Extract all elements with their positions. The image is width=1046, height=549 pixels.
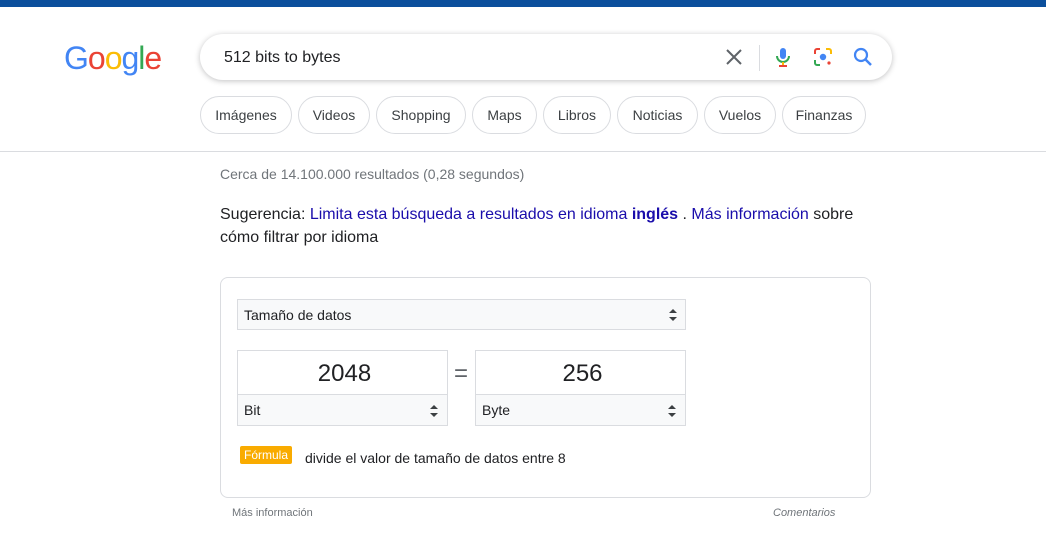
result-stats: Cerca de 14.100.000 resultados (0,28 seg… [220,166,525,182]
formula-text: divide el valor de tamaño de datos entre… [305,450,566,466]
suggestion-dot: . [682,206,687,223]
updown-arrows-icon [430,405,438,417]
to-unit-select[interactable]: Byte [475,394,686,426]
from-unit-label: Bit [244,402,261,418]
microphone-icon[interactable] [771,45,795,69]
feedback-link[interactable]: Comentarios [773,507,835,519]
language-suggestion: Sugerencia: Limita esta búsqueda a resul… [220,203,880,249]
logo-letter: g [121,40,139,76]
more-info-link[interactable]: Más información [691,206,808,223]
google-logo[interactable]: Google [64,40,162,76]
clear-icon[interactable] [722,45,746,69]
language-name: inglés [631,206,679,223]
chip-maps[interactable]: Maps [472,96,537,134]
to-value-input[interactable] [476,351,689,396]
header-divider [0,151,1046,152]
equals-sign: = [454,360,469,387]
chip-imagenes[interactable]: Imágenes [200,96,292,134]
search-icon[interactable] [851,45,875,69]
chip-libros[interactable]: Libros [543,96,611,134]
logo-letter: o [87,40,106,76]
chip-finanzas[interactable]: Finanzas [782,96,866,134]
lens-icon[interactable] [811,45,835,69]
search-box[interactable] [200,34,892,80]
to-value-box: Byte [475,350,689,426]
suggestion-prefix: Sugerencia: [220,206,306,223]
chip-videos[interactable]: Videos [298,96,370,134]
logo-letter: G [64,40,89,76]
from-unit-select[interactable]: Bit [237,394,448,426]
search-divider [759,45,760,71]
updown-arrows-icon [669,309,677,321]
from-value-box: Bit [237,350,451,426]
category-select[interactable]: Tamaño de datos [237,299,686,330]
formula-badge: Fórmula [240,446,293,464]
chip-shopping[interactable]: Shopping [376,96,466,134]
logo-letter: e [144,40,162,76]
chip-noticias[interactable]: Noticias [617,96,698,134]
unit-converter-card: Tamaño de datos Bit = Byte Fórmula divid… [220,277,871,498]
logo-letter: o [104,40,123,76]
updown-arrows-icon [668,405,676,417]
chip-vuelos[interactable]: Vuelos [704,96,776,134]
category-label: Tamaño de datos [244,307,352,323]
top-accent-bar [0,0,1046,7]
to-unit-label: Byte [482,402,511,418]
more-info-footer-link[interactable]: Más información [232,507,313,519]
from-value-input[interactable] [238,351,451,396]
search-input[interactable] [222,45,706,71]
restrict-language-text: Limita esta búsqueda a resultados en idi… [309,206,628,223]
restrict-language-link[interactable]: Limita esta búsqueda a resultados en idi… [310,206,678,223]
